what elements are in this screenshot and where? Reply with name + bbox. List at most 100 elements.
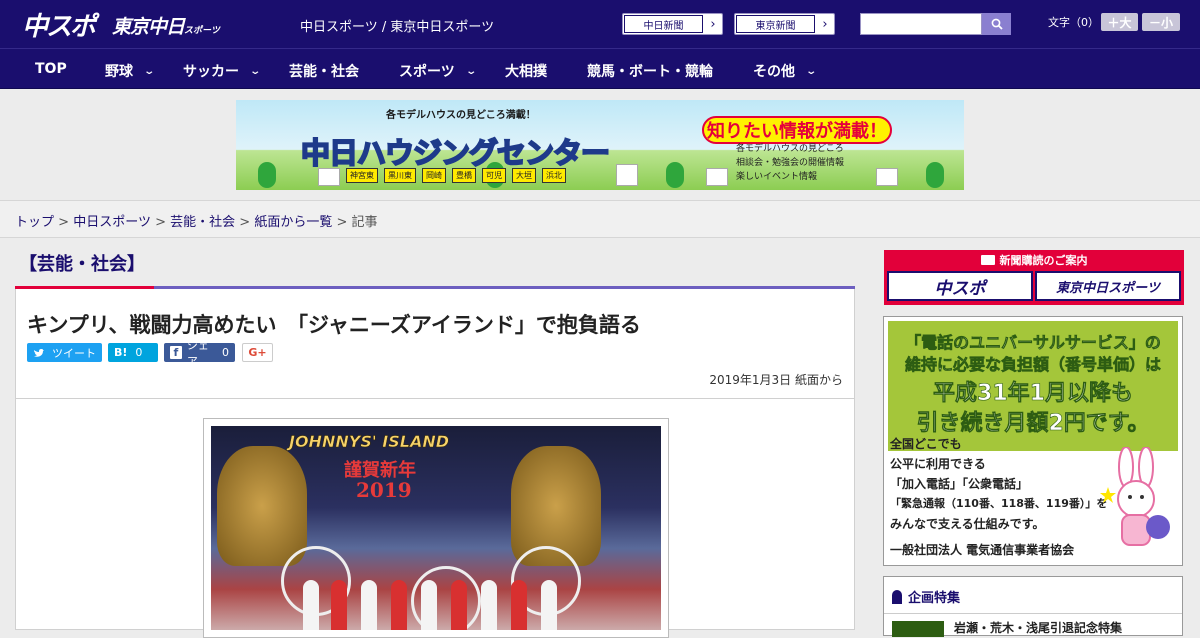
article: キンプリ、戦闘力高めたい 「ジャニーズアイランド」で抱負語る ツイート B! 0… (15, 289, 855, 638)
house-illustration (616, 164, 638, 186)
nav-top-label: TOP (35, 61, 67, 77)
banner-city: 神宮東 (346, 168, 378, 183)
feature-header: 企画特集 (892, 587, 960, 606)
subscribe-chuspo-link[interactable]: 中スポ (887, 271, 1033, 301)
breadcrumb-from-paper[interactable]: 紙面から一覧 (254, 215, 332, 230)
hatena-count: 0 (135, 346, 143, 359)
feature-divider (884, 613, 1182, 614)
section-title: 【芸能・社会】 (19, 254, 145, 275)
twitter-bird-icon (34, 348, 44, 357)
ad-body-line: 「加入電話」「公衆電話」 (890, 477, 1029, 491)
search-input[interactable] (860, 13, 982, 35)
hatena-bookmark-button[interactable]: B! 0 (108, 343, 158, 362)
feature-thumbnail[interactable] (892, 621, 944, 637)
performer (303, 580, 319, 630)
ad-line: 維持に必要な負担額（番号単価）は (904, 355, 1162, 375)
banner-city: 浜北 (542, 168, 566, 183)
performer (331, 580, 347, 630)
tokyo-chunichi-logo-small: スポーツ (184, 26, 220, 36)
feature-header-text: 企画特集 (908, 591, 961, 606)
nav-entertainment-label: 芸能・社会 (289, 64, 359, 80)
performer (361, 580, 377, 630)
nav-other-label: その他 (753, 64, 795, 80)
tree-illustration (926, 162, 944, 188)
nav-racing[interactable]: 競馬・ボート・競輪 (587, 61, 713, 81)
newspaper-icon (980, 255, 995, 265)
article-divider (16, 398, 854, 399)
chunichi-shimbun-link[interactable]: 中日新聞 › (622, 13, 723, 35)
article-photo[interactable]: JOHNNYS' ISLAND 謹賀新年 2019 (203, 418, 669, 638)
ad-body-line: 全国どこでも (890, 437, 962, 451)
banner-bubble-text: 知りたい情報が満載！ (702, 116, 892, 144)
tokyo-chunichi-logo-text: 東京中日 (112, 16, 185, 38)
search-form (860, 13, 1011, 35)
tokyo-shimbun-link[interactable]: 東京新聞 › (734, 13, 835, 35)
site-header: 中スポ 東京中日スポーツ 中日スポーツ / 東京中日スポーツ 中日新聞 › 東京… (0, 0, 1200, 48)
housing-center-banner-ad[interactable]: 各モデルハウスの見どころ満載！ 中日ハウジングセンター 知りたい情報が満載！ 各… (236, 100, 964, 190)
breadcrumb-separator: > (239, 215, 251, 230)
banner-top-text: 各モデルハウスの見どころ満載！ (386, 110, 536, 121)
tweet-button[interactable]: ツイート (27, 343, 102, 362)
main-nav: TOP 野球 ⌄ サッカー ⌄ 芸能・社会 スポーツ ⌄ 大相撲 競馬・ボート・競輪 … (0, 48, 1200, 89)
subscription-box: 新聞購読のご案内 中スポ 東京中日スポーツ (884, 250, 1184, 305)
subscribe-tokyo-chunichi-link[interactable]: 東京中日スポーツ (1035, 271, 1181, 301)
chevron-down-icon: ⌄ (805, 65, 818, 77)
google-plus-button[interactable]: G+ (242, 343, 273, 362)
ad-body-line: 「緊急通報（110番、118番、119番）」を (890, 497, 1108, 510)
house-illustration (876, 168, 898, 186)
ad-line: 平成31年1月以降も (933, 381, 1134, 407)
article-date: 2019年1月3日 紙面から (709, 373, 843, 387)
facebook-share-button[interactable]: f シェア 0 (164, 339, 235, 368)
tree-illustration (258, 162, 276, 188)
nav-baseball[interactable]: 野球 ⌄ (105, 61, 155, 81)
subscription-header: 新聞購読のご案内 (884, 250, 1184, 270)
banner-city: 黒川東 (384, 168, 416, 183)
font-smaller-button[interactable]: －小 (1142, 13, 1180, 31)
chevron-right-icon: › (710, 16, 716, 32)
tokyo-chunichi-logo[interactable]: 東京中日スポーツ (112, 12, 220, 39)
nav-sumo-label: 大相撲 (505, 64, 547, 80)
feature-box: 企画特集 岩瀬・荒木・浅尾引退記念特集 (883, 576, 1183, 637)
chuspo-logo[interactable]: 中スポ (22, 6, 96, 43)
banner-main-text: 中日ハウジングセンター (300, 135, 611, 171)
banner-list-item: 各モデルハウスの見どころ (736, 144, 844, 154)
nav-top[interactable]: TOP (35, 61, 67, 77)
banner-city: 大垣 (512, 168, 536, 183)
banner-list-item: 相談会・勉強会の開催情報 (736, 158, 845, 168)
nav-entertainment[interactable]: 芸能・社会 (289, 61, 359, 81)
tweet-label: ツイート (52, 346, 96, 360)
rabbit-mascot-icon (1100, 447, 1170, 546)
chevron-down-icon: ⌄ (249, 65, 262, 77)
feature-item-link[interactable]: 岩瀬・荒木・浅尾引退記念特集 (954, 619, 1122, 636)
nav-sports[interactable]: スポーツ ⌄ (399, 61, 477, 81)
tree-illustration (666, 162, 684, 188)
facebook-icon: f (170, 346, 182, 359)
universal-service-ad[interactable]: 「電話のユニバーサルサービス」の 維持に必要な負担額（番号単価）は 平成31年1… (883, 316, 1183, 566)
banner-city: 可児 (482, 168, 506, 183)
photo-year: 2019 (356, 478, 412, 502)
nav-sumo[interactable]: 大相撲 (505, 61, 547, 81)
nav-other[interactable]: その他 ⌄ (753, 61, 818, 81)
nav-soccer-label: サッカー (183, 64, 239, 80)
performer (391, 580, 407, 630)
ad-footer: 一般社団法人 電気通信事業者協会 (890, 543, 1075, 557)
font-larger-button[interactable]: ＋大 (1101, 13, 1138, 31)
breadcrumb-current: 記事 (351, 215, 378, 230)
breadcrumb-entertainment[interactable]: 芸能・社会 (170, 215, 235, 230)
performer (421, 580, 437, 630)
facebook-share-label: シェア (186, 338, 209, 368)
banner-city: 豊橋 (452, 168, 476, 183)
ad-line: 引き続き月額2円です。 (916, 411, 1150, 437)
ad-body-line: みんなで支える仕組みです。 (890, 517, 1045, 531)
breadcrumb-home[interactable]: トップ (15, 215, 54, 230)
hatena-icon: B! (114, 346, 128, 359)
ad-body-line: 公平に利用できる (890, 457, 986, 471)
breadcrumb-chunichi-sports[interactable]: 中日スポーツ (73, 215, 151, 230)
nav-soccer[interactable]: サッカー ⌄ (183, 61, 262, 81)
universal-service-ad-headline: 「電話のユニバーサルサービス」の 維持に必要な負担額（番号単価）は 平成31年1… (888, 321, 1178, 451)
search-button[interactable] (982, 13, 1011, 35)
chevron-down-icon: ⌄ (465, 65, 477, 77)
performer (541, 580, 557, 630)
chevron-right-icon: › (822, 16, 828, 32)
nav-sports-label: スポーツ (399, 64, 455, 80)
